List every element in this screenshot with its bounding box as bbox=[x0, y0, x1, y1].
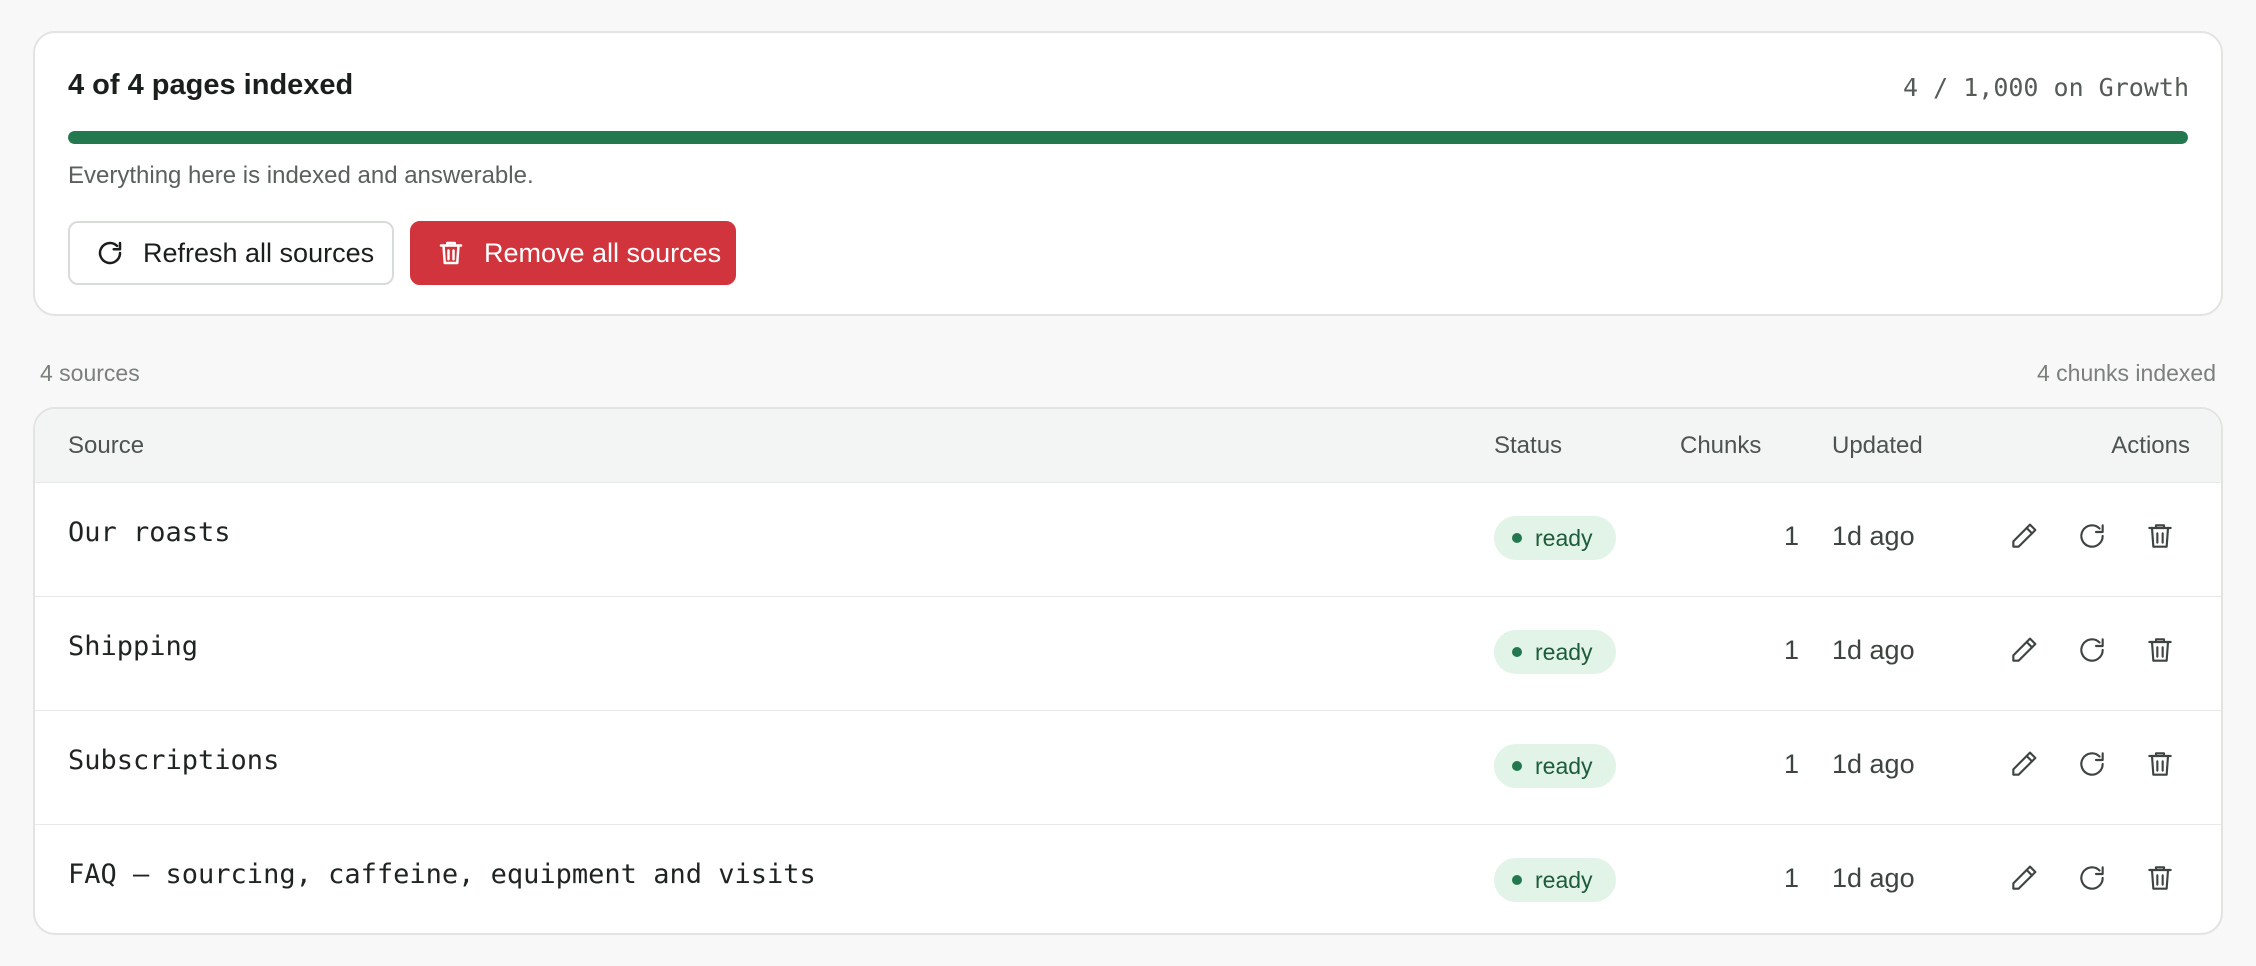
source-name[interactable]: Subscriptions bbox=[68, 745, 279, 776]
status-badge: ready bbox=[1494, 516, 1616, 560]
pencil-icon bbox=[2008, 862, 2040, 899]
status-badge: ready bbox=[1494, 630, 1616, 674]
edit-button[interactable] bbox=[2006, 748, 2042, 784]
status-dot bbox=[1512, 533, 1522, 543]
header-status: Status bbox=[1494, 432, 1563, 459]
header-updated: Updated bbox=[1832, 432, 1923, 459]
source-name[interactable]: FAQ — sourcing, caffeine, equipment and … bbox=[68, 859, 816, 890]
table-row: Shipping ready 1 1d ago bbox=[35, 596, 2221, 711]
trash-icon bbox=[2144, 634, 2176, 671]
status-label: ready bbox=[1535, 638, 1593, 665]
refresh-all-sources-button[interactable]: Refresh all sources bbox=[68, 221, 394, 285]
sources-table: Source Status Chunks Updated Actions Our… bbox=[33, 407, 2223, 935]
status-badge: ready bbox=[1494, 858, 1616, 902]
status-label: ready bbox=[1535, 866, 1593, 893]
edit-button[interactable] bbox=[2006, 862, 2042, 898]
table-row: Subscriptions ready 1 1d ago bbox=[35, 710, 2221, 825]
pencil-icon bbox=[2008, 748, 2040, 785]
status-dot bbox=[1512, 761, 1522, 771]
updated-time: 1d ago bbox=[1832, 635, 1915, 665]
refresh-source-button[interactable] bbox=[2074, 634, 2110, 670]
refresh-source-button[interactable] bbox=[2074, 862, 2110, 898]
source-name[interactable]: Shipping bbox=[68, 631, 198, 662]
source-name[interactable]: Our roasts bbox=[68, 517, 231, 548]
indexing-progress-fill bbox=[68, 131, 2188, 144]
status-label: ready bbox=[1535, 752, 1593, 779]
refresh-source-button[interactable] bbox=[2074, 520, 2110, 556]
remove-all-sources-label: Remove all sources bbox=[484, 237, 722, 268]
refresh-icon bbox=[2076, 862, 2108, 899]
indexing-note: Everything here is indexed and answerabl… bbox=[68, 162, 534, 189]
delete-source-button[interactable] bbox=[2142, 634, 2178, 670]
refresh-icon bbox=[95, 238, 125, 268]
trash-icon bbox=[436, 238, 466, 268]
indexing-title: 4 of 4 pages indexed bbox=[68, 69, 354, 101]
chunks-indexed-count: 4 chunks indexed bbox=[2036, 360, 2216, 386]
updated-time: 1d ago bbox=[1832, 521, 1915, 551]
table-header: Source Status Chunks Updated Actions bbox=[35, 409, 2221, 483]
chunk-count: 1 bbox=[1783, 863, 1799, 893]
edit-button[interactable] bbox=[2006, 634, 2042, 670]
delete-source-button[interactable] bbox=[2142, 748, 2178, 784]
pencil-icon bbox=[2008, 634, 2040, 671]
edit-button[interactable] bbox=[2006, 520, 2042, 556]
chunk-count: 1 bbox=[1783, 635, 1799, 665]
refresh-source-button[interactable] bbox=[2074, 748, 2110, 784]
table-row: Our roasts ready 1 1d ago bbox=[35, 482, 2221, 597]
sources-count: 4 sources bbox=[40, 360, 140, 386]
pencil-icon bbox=[2008, 520, 2040, 557]
trash-icon bbox=[2144, 748, 2176, 785]
quota-usage: 4 / 1,000 on Growth bbox=[1903, 73, 2189, 102]
status-dot bbox=[1512, 875, 1522, 885]
status-label: ready bbox=[1535, 524, 1593, 551]
trash-icon bbox=[2144, 862, 2176, 899]
refresh-icon bbox=[2076, 520, 2108, 557]
updated-time: 1d ago bbox=[1832, 863, 1915, 893]
refresh-icon bbox=[2076, 634, 2108, 671]
status-dot bbox=[1512, 647, 1522, 657]
updated-time: 1d ago bbox=[1832, 749, 1915, 779]
refresh-all-sources-label: Refresh all sources bbox=[143, 237, 375, 268]
trash-icon bbox=[2144, 520, 2176, 557]
header-chunks: Chunks bbox=[1680, 432, 1762, 459]
indexing-progress-bar bbox=[68, 131, 2188, 144]
header-actions: Actions bbox=[2111, 432, 2190, 459]
delete-source-button[interactable] bbox=[2142, 520, 2178, 556]
chunk-count: 1 bbox=[1783, 749, 1799, 779]
chunk-count: 1 bbox=[1783, 521, 1799, 551]
header-source: Source bbox=[68, 432, 145, 459]
table-row: FAQ — sourcing, caffeine, equipment and … bbox=[35, 824, 2221, 933]
refresh-icon bbox=[2076, 748, 2108, 785]
delete-source-button[interactable] bbox=[2142, 862, 2178, 898]
remove-all-sources-button[interactable]: Remove all sources bbox=[410, 221, 736, 285]
status-badge: ready bbox=[1494, 744, 1616, 788]
indexing-status-card: 4 of 4 pages indexed 4 / 1,000 on Growth… bbox=[33, 31, 2223, 316]
